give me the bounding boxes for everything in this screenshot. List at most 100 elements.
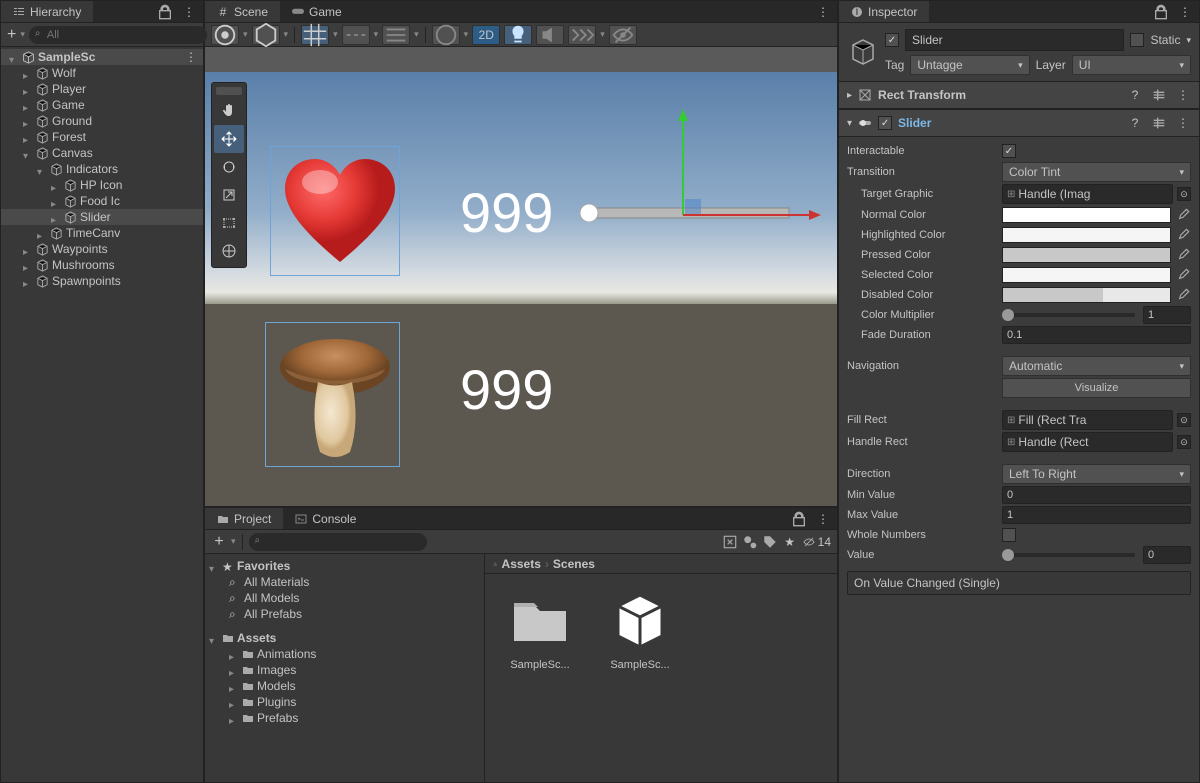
breadcrumb-item[interactable]: Assets [502, 557, 541, 571]
object-picker-icon[interactable]: ⊙ [1177, 413, 1191, 427]
fade-duration-input[interactable] [1002, 326, 1191, 344]
tag-icon[interactable] [762, 534, 778, 550]
scene-tab[interactable]: # Scene [205, 1, 280, 22]
effects-dropdown-icon[interactable]: ▾ [600, 29, 605, 40]
eyedropper-icon[interactable] [1175, 247, 1191, 263]
active-checkbox[interactable] [885, 33, 899, 47]
handle-rect-field[interactable]: Handle (Rect [1002, 432, 1173, 452]
eyedropper-icon[interactable] [1175, 267, 1191, 283]
slider-component-header[interactable]: ▾ Slider ? ⋮ [839, 109, 1199, 137]
snap-settings-dropdown-icon[interactable]: ▾ [414, 29, 419, 40]
hierarchy-item[interactable]: Canvas [1, 145, 203, 161]
color-multiplier-input[interactable] [1143, 306, 1191, 324]
search-by-label-icon[interactable] [742, 534, 758, 550]
expand-icon[interactable] [229, 681, 239, 691]
hierarchy-tab[interactable]: Hierarchy [1, 1, 93, 22]
expand-icon[interactable] [51, 180, 61, 190]
eyedropper-icon[interactable] [1175, 287, 1191, 303]
help-icon[interactable]: ? [1127, 87, 1143, 103]
expand-icon[interactable] [23, 276, 33, 286]
inspector-tab[interactable]: i Inspector [839, 1, 929, 22]
draw-dropdown-icon[interactable]: ▾ [284, 29, 289, 40]
normal-color-swatch[interactable] [1002, 207, 1171, 223]
visualize-button[interactable]: Visualize [1002, 378, 1191, 398]
event-header[interactable]: On Value Changed (Single) [847, 571, 1191, 595]
star-icon[interactable]: ★ [782, 534, 798, 550]
expand-icon[interactable] [37, 228, 47, 238]
scene-root-item[interactable]: SampleSc ⋮ [1, 49, 203, 65]
hierarchy-item[interactable]: Slider [1, 209, 203, 225]
lock-icon[interactable] [791, 511, 807, 527]
kebab-menu-icon[interactable]: ⋮ [1175, 115, 1191, 131]
kebab-menu-icon[interactable]: ⋮ [1175, 87, 1191, 103]
game-tab[interactable]: Game [280, 1, 354, 22]
scene-kebab-icon[interactable]: ⋮ [815, 4, 831, 20]
expand-icon[interactable] [209, 633, 219, 643]
expand-icon[interactable] [209, 561, 219, 571]
draw-mode-button[interactable] [252, 25, 280, 45]
value-input[interactable] [1143, 546, 1191, 564]
hierarchy-item[interactable]: TimeCanv [1, 225, 203, 241]
eyedropper-icon[interactable] [1175, 227, 1191, 243]
hierarchy-item[interactable]: Food Ic [1, 193, 203, 209]
folder-item[interactable]: Prefabs [205, 710, 484, 726]
folder-item[interactable]: Animations [205, 646, 484, 662]
project-search-input[interactable] [249, 533, 427, 551]
add-dropdown-icon[interactable]: ▾ [20, 29, 25, 40]
preset-icon[interactable] [1151, 87, 1167, 103]
component-enabled-checkbox[interactable] [878, 116, 892, 130]
hidden-count-icon[interactable]: 14 [802, 535, 831, 549]
highlighted-color-swatch[interactable] [1002, 227, 1171, 243]
max-value-input[interactable] [1002, 506, 1191, 524]
eyedropper-icon[interactable] [1175, 207, 1191, 223]
kebab-menu-icon[interactable]: ⋮ [815, 511, 831, 527]
expand-icon[interactable] [51, 196, 61, 206]
favorite-item[interactable]: ⌕All Models [205, 590, 484, 606]
value-slider[interactable] [1002, 553, 1135, 557]
interactable-checkbox[interactable] [1002, 144, 1016, 158]
expand-icon[interactable] [229, 665, 239, 675]
tag-dropdown[interactable]: Untagge [910, 55, 1029, 75]
static-dropdown-icon[interactable]: ▾ [1186, 35, 1191, 46]
scene-camera-button[interactable] [432, 25, 460, 45]
hierarchy-item[interactable]: Forest [1, 129, 203, 145]
layer-dropdown[interactable]: UI [1072, 55, 1191, 75]
add-button[interactable]: + [211, 534, 227, 550]
min-value-input[interactable] [1002, 486, 1191, 504]
transform-tool[interactable] [214, 237, 244, 265]
preset-icon[interactable] [1151, 115, 1167, 131]
kebab-menu-icon[interactable]: ⋮ [1177, 4, 1193, 20]
expand-icon[interactable] [51, 212, 61, 222]
hierarchy-item[interactable]: Mushrooms [1, 257, 203, 273]
food-value-text[interactable]: 999 [460, 357, 553, 422]
camera-dropdown-icon[interactable]: ▾ [464, 29, 469, 40]
navigation-dropdown[interactable]: Automatic [1002, 356, 1191, 376]
object-picker-icon[interactable]: ⊙ [1177, 435, 1191, 449]
expand-icon[interactable] [23, 244, 33, 254]
hand-tool[interactable] [214, 97, 244, 125]
snap-increment-button[interactable] [342, 25, 370, 45]
audio-button[interactable] [536, 25, 564, 45]
hierarchy-item[interactable]: Wolf [1, 65, 203, 81]
direction-dropdown[interactable]: Left To Right [1002, 464, 1191, 484]
rect-tool[interactable] [214, 209, 244, 237]
breadcrumb-item[interactable]: Scenes [553, 557, 595, 571]
hierarchy-item[interactable]: HP Icon [1, 177, 203, 193]
lighting-button[interactable] [504, 25, 532, 45]
visibility-button[interactable] [609, 25, 637, 45]
mushroom-sprite[interactable] [270, 327, 400, 462]
hierarchy-item[interactable]: Indicators [1, 161, 203, 177]
add-button[interactable]: + [7, 27, 16, 43]
2d-toggle-button[interactable]: 2D [472, 25, 500, 45]
help-icon[interactable]: ? [1127, 115, 1143, 131]
favorites-header[interactable]: ★ Favorites [205, 558, 484, 574]
rect-transform-header[interactable]: ▸ Rect Transform ? ⋮ [839, 81, 1199, 109]
tool-palette-handle[interactable] [216, 87, 242, 95]
hp-value-text[interactable]: 999 [460, 180, 553, 245]
static-checkbox[interactable] [1130, 33, 1144, 47]
expand-icon[interactable]: ▸ [847, 90, 852, 101]
expand-icon[interactable]: ▾ [847, 118, 852, 129]
gameobject-name-input[interactable] [905, 29, 1124, 51]
move-gizmo[interactable] [665, 107, 825, 237]
disabled-color-swatch[interactable] [1002, 287, 1171, 303]
